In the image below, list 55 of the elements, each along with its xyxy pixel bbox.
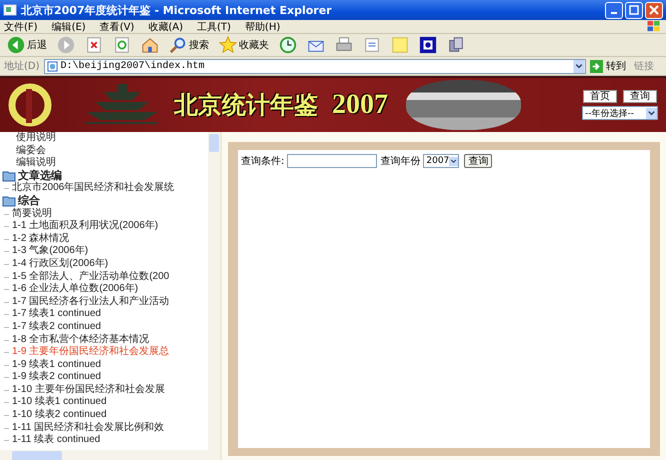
year-select[interactable]: --年份选择-- — [582, 106, 658, 120]
close-button[interactable] — [645, 2, 663, 18]
query-condition-label: 查询条件: — [241, 154, 284, 168]
query-year-label: 查询年份 — [380, 154, 420, 168]
tool-icon — [447, 36, 465, 54]
dropdown-icon[interactable] — [646, 108, 657, 118]
note-icon — [391, 36, 409, 54]
banner-button[interactable]: 查询 — [623, 90, 657, 103]
tree-item[interactable]: 编委会 — [2, 144, 208, 158]
query-input-field[interactable] — [287, 154, 378, 168]
tree-folder[interactable]: 文章选编 — [2, 170, 208, 182]
search-icon — [169, 36, 187, 54]
close-icon — [649, 5, 659, 15]
menu-item[interactable]: 帮助(H) — [244, 20, 280, 34]
tree-folder[interactable]: 综合 — [2, 194, 208, 208]
printer-icon — [335, 36, 353, 54]
dropdown-icon[interactable] — [573, 60, 585, 72]
menu-item[interactable]: 查看(V) — [100, 20, 134, 34]
address-label: 地址(D) — [4, 60, 40, 73]
dropdown-icon[interactable] — [449, 156, 458, 166]
square-logo-icon — [419, 36, 437, 54]
document-icon — [363, 36, 381, 54]
favorites-button[interactable]: 收藏夹 — [216, 35, 272, 55]
menu-item[interactable]: 收藏(A) — [148, 20, 183, 34]
horizontal-scrollbar[interactable] — [0, 450, 220, 460]
banner-title: 北京统计年鉴 — [174, 90, 318, 121]
minimize-icon — [611, 12, 617, 14]
star-icon — [219, 36, 237, 54]
maximize-button[interactable] — [625, 2, 643, 18]
tree-item[interactable]: 编辑说明 — [2, 157, 208, 170]
refresh-icon — [113, 36, 131, 54]
page-icon — [46, 60, 58, 72]
browser-icon — [3, 3, 17, 17]
windows-logo-icon — [646, 20, 662, 33]
menu-item[interactable]: 编辑(E) — [52, 20, 86, 34]
go-button[interactable]: 转到 — [590, 59, 626, 73]
home-icon — [141, 36, 159, 54]
banner-button[interactable]: 首页 — [583, 90, 617, 103]
go-arrow-icon — [590, 60, 603, 72]
minimize-button[interactable] — [605, 2, 623, 18]
back-button[interactable]: 后退 — [4, 35, 50, 55]
address-field[interactable]: D:\beijing2007\index.htm — [44, 58, 586, 74]
search-button[interactable]: 搜索 — [166, 35, 212, 55]
menu-item[interactable]: 文件(F) — [4, 20, 38, 34]
year-dropdown[interactable]: 2007 — [423, 154, 460, 168]
query-button[interactable]: 查询 — [464, 154, 492, 168]
vertical-scrollbar[interactable] — [208, 132, 220, 450]
logo-icon — [8, 83, 52, 127]
banner-year: 2007 — [332, 89, 388, 121]
maximize-icon — [629, 5, 639, 15]
window-title: 北京市2007年度统计年鉴 - Microsoft Internet Explorer — [21, 2, 333, 18]
tree-item[interactable]: 使用说明 — [2, 132, 208, 145]
stop-icon — [85, 36, 103, 54]
menu-item[interactable]: 工具(T) — [197, 20, 231, 34]
history-icon — [279, 36, 297, 54]
